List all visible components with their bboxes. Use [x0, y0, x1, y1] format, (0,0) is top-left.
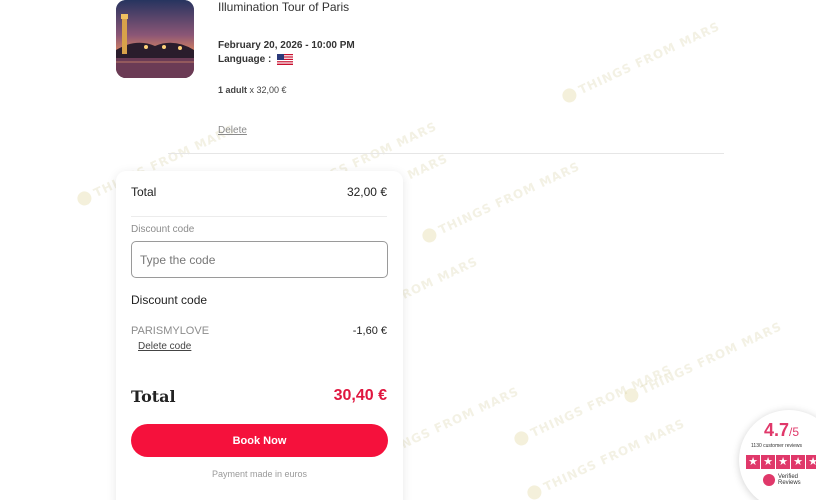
star-icon: ★: [746, 455, 760, 469]
rating-stars: ★ ★ ★ ★ ★: [746, 455, 816, 469]
subtotal-row: Total 32,00 €: [131, 185, 387, 199]
promo-discount-amount: -1,60 €: [352, 325, 387, 337]
divider: [131, 216, 387, 217]
star-icon: ★: [761, 455, 775, 469]
discount-heading: Discount code: [131, 293, 208, 307]
discount-field-label: Discount code: [131, 224, 195, 235]
rating-value: 4.7: [764, 420, 790, 440]
tour-title: Illumination Tour of Paris: [218, 0, 350, 14]
subtotal-label: Total: [131, 185, 157, 199]
order-summary-card: Total 32,00 € Discount code Discount cod…: [116, 171, 403, 500]
rating-score: 4.7/5: [764, 420, 799, 441]
delete-code-link[interactable]: Delete code: [138, 341, 191, 352]
verified-reviews-icon: [763, 474, 775, 486]
grand-total-value: 30,40 €: [333, 387, 387, 404]
quantity-label: 1 adult: [218, 85, 248, 95]
star-icon: ★: [776, 455, 790, 469]
watermark: THINGS FROM MARS: [560, 19, 722, 105]
delete-item-link[interactable]: Delete: [218, 125, 247, 136]
logo-text-line-2: Reviews: [778, 480, 801, 486]
tour-thumbnail: [116, 0, 194, 78]
watermark: THINGS FROM MARS: [525, 416, 687, 500]
watermark: THINGS FROM MARS: [622, 319, 784, 405]
watermark: THINGS FROM MARS: [512, 362, 674, 448]
discount-code-input[interactable]: [131, 241, 388, 278]
book-now-button[interactable]: Book Now: [131, 424, 388, 457]
divider: [168, 153, 724, 154]
star-icon: ★: [806, 455, 816, 469]
applied-promo-code: PARISMYLOVE: [131, 325, 210, 337]
star-icon: ★: [791, 455, 805, 469]
language-label: Language :: [218, 54, 272, 65]
grand-total-label: Total: [131, 387, 176, 406]
subtotal-value: 32,00 €: [346, 185, 387, 199]
language-row: Language :: [218, 54, 294, 65]
logo-text: Verified Reviews: [778, 474, 801, 486]
verified-reviews-badge[interactable]: 4.7/5 1130 customer reviews ★ ★ ★ ★ ★ Ve…: [739, 410, 816, 500]
tour-datetime: February 20, 2026 - 10:00 PM: [218, 40, 355, 51]
payment-note: Payment made in euros: [211, 469, 308, 479]
watermark: THINGS FROM MARS: [420, 159, 582, 245]
us-flag-icon: [277, 54, 294, 65]
review-count: 1130 customer reviews: [751, 443, 803, 449]
quantity-price: x 32,00 €: [249, 85, 287, 95]
rating-scale: /5: [789, 425, 800, 439]
verified-reviews-logo: Verified Reviews: [763, 474, 801, 486]
quantity-line: 1 adult x 32,00 €: [218, 85, 287, 95]
